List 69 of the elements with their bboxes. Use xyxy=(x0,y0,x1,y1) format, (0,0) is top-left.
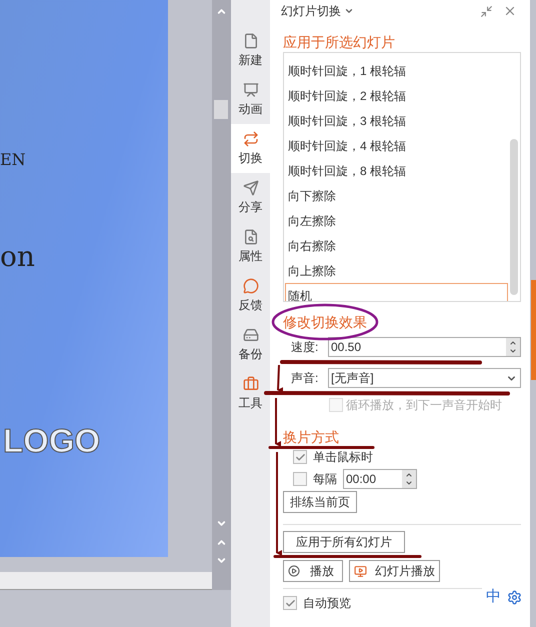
checkbox-label: 自动预览 xyxy=(303,595,351,612)
horizontal-scrollbar[interactable] xyxy=(0,572,212,590)
transition-item[interactable]: 向下擦除 xyxy=(285,183,508,208)
drive-icon xyxy=(242,326,258,342)
vertical-scrollbar[interactable] xyxy=(212,0,231,590)
transition-item[interactable]: 顺时针回旋，2 根轮辐 xyxy=(285,83,508,108)
transition-item[interactable]: 随机 xyxy=(285,283,508,301)
check-icon xyxy=(284,598,296,608)
document-icon xyxy=(242,32,258,48)
transition-item[interactable]: 顺时针回旋，1 根轮辐 xyxy=(285,58,508,83)
sidebar-tab[interactable]: 反馈 xyxy=(231,271,270,320)
sidebar-tab[interactable]: 工具 xyxy=(231,369,270,418)
dock-icon[interactable] xyxy=(480,4,493,18)
field-label: 声音: xyxy=(291,370,320,387)
settings-icon[interactable] xyxy=(507,590,522,604)
presentation-icon xyxy=(242,82,258,98)
checkbox[interactable] xyxy=(293,472,307,486)
dropdown-icon[interactable] xyxy=(344,6,354,16)
slideshow-button[interactable]: 幻灯片播放 xyxy=(349,560,440,582)
arrow xyxy=(277,364,284,394)
transition-item[interactable]: 向右擦除 xyxy=(285,233,508,258)
arrow xyxy=(275,398,281,447)
checkbox-label: 单击鼠标时 xyxy=(313,449,373,466)
sidebar-tab[interactable]: 属性 xyxy=(231,222,270,271)
slide-logo: LOGO xyxy=(3,424,100,457)
play-icon xyxy=(288,565,300,577)
section-heading: 应用于所选幻灯片 xyxy=(283,33,395,52)
scroll-down-icon[interactable] xyxy=(216,518,227,529)
spinner-arrows-icon[interactable] xyxy=(506,338,520,356)
checkbox[interactable] xyxy=(283,596,297,610)
paper-plane-icon xyxy=(242,180,258,196)
scroll-thumb[interactable] xyxy=(214,100,228,119)
transition-item[interactable]: 向左擦除 xyxy=(285,208,508,233)
transition-item[interactable]: 顺时针回旋，3 根轮辐 xyxy=(285,108,508,133)
sidebar-tab[interactable]: 分享 xyxy=(231,173,270,222)
transition-item[interactable]: 顺时针回旋，4 根轮辐 xyxy=(285,133,508,158)
chat-bubble-icon xyxy=(242,278,258,294)
sidebar-tab[interactable]: 动画 xyxy=(231,75,270,124)
rehearse-button[interactable]: 排练当前页 xyxy=(283,491,357,513)
sidebar-tab[interactable]: 新建 xyxy=(231,26,270,75)
apply-all-button[interactable]: 应用于所有幻灯片 xyxy=(283,531,405,553)
interval-field[interactable]: 00:00 xyxy=(343,469,417,489)
list-scroll-thumb[interactable] xyxy=(510,139,518,295)
sidebar-tab[interactable]: 备份 xyxy=(231,320,270,369)
sound-dropdown[interactable]: [无声音] xyxy=(328,368,521,388)
briefcase-icon xyxy=(242,376,258,392)
play-button[interactable]: 播放 xyxy=(283,560,343,582)
checkbox-label: 循环播放，到下一声音开始时 xyxy=(346,397,502,414)
scroll-up-icon[interactable] xyxy=(216,6,227,17)
close-icon[interactable] xyxy=(503,4,517,18)
sidebar-tab[interactable]: 切换 xyxy=(231,124,270,173)
slide-title: on xyxy=(0,243,35,271)
transition-item[interactable]: 向上擦除 xyxy=(285,258,508,283)
slideshow-icon xyxy=(354,564,367,578)
slide-heading: EN xyxy=(0,152,26,168)
transition-item[interactable]: 顺时针回旋，8 根轮辐 xyxy=(285,158,508,183)
page-up-icon[interactable] xyxy=(216,537,227,548)
page-down-icon[interactable] xyxy=(216,555,227,566)
swap-arrows-icon xyxy=(242,130,258,146)
section-heading: 换片方式 xyxy=(283,429,339,445)
speed-field[interactable]: 00.50 xyxy=(328,337,521,357)
check-icon xyxy=(294,452,306,462)
file-search-icon xyxy=(242,228,258,244)
checkbox-label: 每隔 xyxy=(313,471,337,488)
checkbox[interactable] xyxy=(293,450,307,464)
panel-title[interactable]: 幻灯片切换 xyxy=(281,2,341,20)
field-label: 速度: xyxy=(291,339,320,356)
section-heading: 修改切换效果 xyxy=(283,313,367,332)
spinner-arrows-icon[interactable] xyxy=(402,470,416,488)
